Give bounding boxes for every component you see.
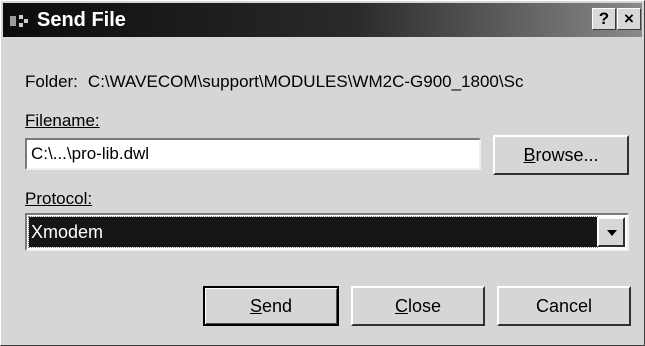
help-icon: ? xyxy=(598,9,610,28)
protocol-label: Protocol: xyxy=(25,189,93,208)
chevron-down-icon xyxy=(607,230,617,236)
folder-path: C:\WAVECOM\support\MODULES\WM2C-G900_180… xyxy=(87,72,524,91)
filename-label: Filename: xyxy=(25,111,100,130)
send-button[interactable]: Send xyxy=(203,286,339,326)
help-button[interactable]: ? xyxy=(592,8,616,30)
close-icon: × xyxy=(624,9,634,28)
close-mnemonic: C xyxy=(394,296,408,316)
protocol-selected-value[interactable]: Xmodem xyxy=(28,216,598,248)
browse-button[interactable]: Browse... xyxy=(493,135,629,175)
title-bar[interactable]: Send File ? × xyxy=(3,3,642,37)
close-label: lose xyxy=(407,296,442,316)
close-window-button[interactable]: × xyxy=(617,8,641,30)
send-label: end xyxy=(261,296,293,316)
browse-mnemonic: B xyxy=(523,145,536,165)
cancel-button[interactable]: Cancel xyxy=(497,286,631,326)
send-file-dialog: Send File ? × Folder: C:\WAVECOM\support\… xyxy=(0,0,645,346)
filename-input[interactable]: C:\...\pro-lib.dwl xyxy=(25,138,481,170)
protocol-select[interactable]: Xmodem xyxy=(25,213,629,251)
browse-label: rowse... xyxy=(535,145,599,165)
app-icon xyxy=(9,13,31,29)
window-title: Send File xyxy=(37,9,126,31)
folder-label: Folder: xyxy=(25,72,78,91)
folder-row: Folder: C:\WAVECOM\support\MODULES\WM2C-G… xyxy=(25,71,625,95)
close-button[interactable]: Close xyxy=(351,286,485,326)
protocol-dropdown-button[interactable] xyxy=(597,217,625,247)
send-mnemonic: S xyxy=(249,296,262,316)
